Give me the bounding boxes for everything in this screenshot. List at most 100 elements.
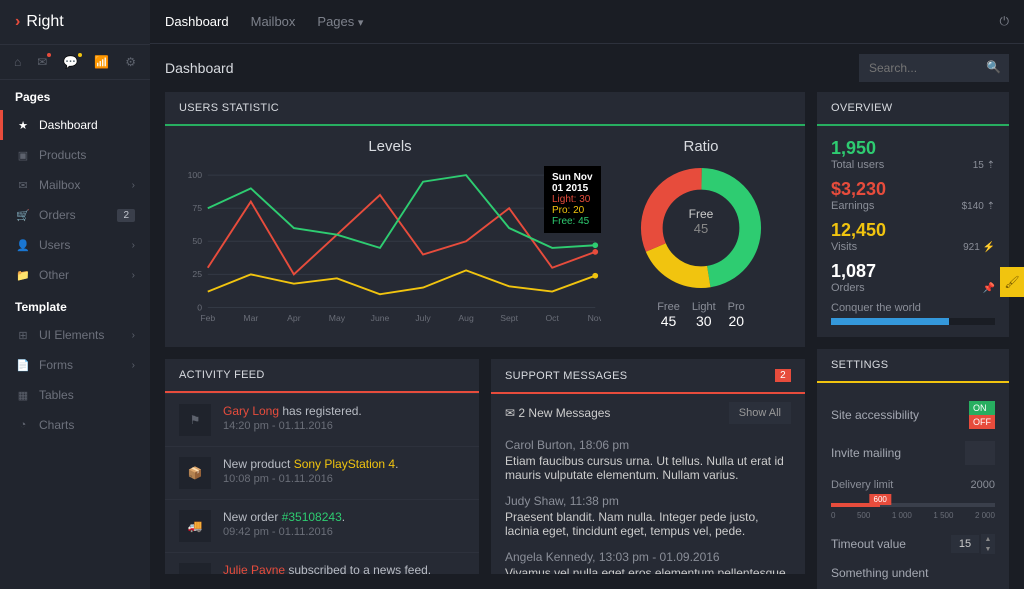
mini-nav: ⌂ ✉ 💬 📶 ⚙ (0, 44, 150, 80)
sidebar: › Right ⌂ ✉ 💬 📶 ⚙ Pages★Dashboard▣Produc… (0, 0, 150, 589)
nav-icon: 🛒 (15, 209, 31, 222)
panel-title: USERS STATISTIC (165, 92, 805, 126)
svg-text:Feb: Feb (200, 313, 215, 323)
overview-stat: 1,087Orders 📌 (831, 261, 995, 294)
support-messages-panel: SUPPORT MESSAGES 2 ✉ 2 New Messages Show… (491, 359, 805, 574)
svg-text:July: July (415, 313, 431, 323)
support-badge: 2 (775, 369, 791, 382)
timeout-input[interactable] (951, 535, 979, 553)
overview-stat: 1,950Total users15 ⇡ (831, 138, 995, 171)
sidebar-item-orders[interactable]: 🛒Orders2 (0, 200, 150, 230)
toggle-accessibility[interactable]: ON OFF (969, 401, 995, 429)
setting-delivery-limit: Delivery limit 2000 600 05001 0001 5002 … (831, 479, 995, 520)
chat-icon[interactable]: 💬 (63, 55, 78, 69)
activity-icon: 🚚 (179, 510, 211, 542)
activity-item[interactable]: ❤Julie Payne subscribed to a news feed.1… (165, 552, 479, 574)
nav-icon: 👤 (15, 239, 31, 252)
gear-icon[interactable]: ⚙ (125, 55, 136, 69)
chevron-right-icon: › (15, 13, 20, 31)
chart-title: Levels (179, 138, 601, 155)
donut-center-label: Free 45 (611, 207, 791, 236)
brand-logo[interactable]: › Right (0, 0, 150, 44)
nav-icon: ◔ (15, 419, 31, 431)
page-title: Dashboard (165, 60, 234, 76)
chart-tooltip: Sun Nov 01 2015 Light: 30 Pro: 20 Free: … (544, 166, 601, 233)
main: Dashboard Mailbox Pages ▾ ⏻ Dashboard 🔍 … (150, 0, 1024, 589)
sidebar-item-dashboard[interactable]: ★Dashboard (0, 110, 150, 140)
chevron-right-icon: › (132, 360, 135, 371)
levels-chart: Levels 0 25 50 75 100 Feb Mar Apr May June July Aug… (179, 138, 601, 333)
nav-icon: ⊞ (15, 329, 31, 342)
progress-bar (831, 318, 995, 325)
mail-icon[interactable]: ✉ (37, 55, 47, 69)
sidebar-item-mailbox[interactable]: ✉Mailbox› (0, 170, 150, 200)
power-icon[interactable]: ⏻ (1000, 14, 1010, 29)
support-message[interactable]: Angela Kennedy, 13:03 pm - 01.09.2016Viv… (491, 544, 805, 574)
settings-panel: SETTINGS Site accessibility ON OFF Invit… (817, 349, 1009, 589)
home-icon[interactable]: ⌂ (14, 55, 21, 69)
svg-text:0: 0 (197, 302, 202, 312)
panel-title: SUPPORT MESSAGES 2 (491, 359, 805, 394)
search-box: 🔍 (859, 54, 1009, 82)
progress-label: Conquer the world (831, 302, 995, 314)
svg-text:May: May (329, 313, 346, 323)
sidebar-item-other[interactable]: 📁Other› (0, 260, 150, 290)
titlebar: Dashboard 🔍 (150, 44, 1024, 92)
top-nav: Dashboard Mailbox Pages ▾ ⏻ (150, 0, 1024, 44)
rss-icon[interactable]: 📶 (94, 55, 109, 69)
donut-legend-item: Pro20 (728, 301, 745, 329)
svg-text:Oct: Oct (545, 313, 559, 323)
svg-text:100: 100 (188, 170, 203, 180)
timeout-stepper[interactable]: ▲ ▼ (951, 534, 995, 554)
svg-text:75: 75 (192, 203, 202, 213)
activity-icon: ⚑ (179, 404, 211, 436)
sidebar-item-ui-elements[interactable]: ⊞UI Elements› (0, 320, 150, 350)
sidebar-item-charts[interactable]: ◔Charts (0, 410, 150, 440)
sidebar-item-forms[interactable]: 📄Forms› (0, 350, 150, 380)
new-messages-label: ✉ 2 New Messages (505, 406, 610, 420)
brand-name: Right (26, 13, 63, 31)
caret-down-icon: ▾ (358, 17, 363, 29)
activity-icon: 📦 (179, 457, 211, 489)
support-message[interactable]: Carol Burton, 18:06 pmEtiam faucibus cur… (491, 432, 805, 488)
line-chart: 0 25 50 75 100 Feb Mar Apr May June July Aug Sept Oct… (179, 163, 601, 333)
svg-text:Sept: Sept (500, 313, 518, 323)
toggle-invite[interactable] (965, 441, 995, 465)
svg-text:Mar: Mar (243, 313, 258, 323)
setting-accessibility: Site accessibility ON OFF (831, 395, 995, 435)
sidebar-item-products[interactable]: ▣Products (0, 140, 150, 170)
delivery-slider[interactable]: 600 (831, 503, 995, 507)
sidebar-item-users[interactable]: 👤Users› (0, 230, 150, 260)
search-icon[interactable]: 🔍 (986, 60, 1001, 74)
theme-toggle-tab[interactable]: 🖌 (1000, 267, 1024, 297)
activity-item[interactable]: ⚑Gary Long has registered.14:20 pm - 01.… (165, 393, 479, 446)
chevron-right-icon: › (132, 180, 135, 191)
svg-text:25: 25 (192, 269, 202, 279)
sidebar-item-tables[interactable]: ▦Tables (0, 380, 150, 410)
topnav-dashboard[interactable]: Dashboard (165, 14, 229, 29)
stepper-down[interactable]: ▼ (981, 544, 995, 554)
donut-legend-item: Free45 (657, 301, 680, 329)
svg-text:50: 50 (192, 236, 202, 246)
nav-icon: ★ (15, 119, 31, 132)
topnav-mailbox[interactable]: Mailbox (251, 14, 296, 29)
stepper-up[interactable]: ▲ (981, 534, 995, 544)
setting-something: Something undent (831, 560, 995, 586)
nav-icon: ▣ (15, 149, 31, 162)
activity-item[interactable]: 🚚New order #35108243.09:42 pm - 01.11.20… (165, 499, 479, 552)
svg-text:June: June (371, 313, 390, 323)
topnav-pages[interactable]: Pages ▾ (317, 14, 363, 29)
svg-text:Apr: Apr (287, 313, 301, 323)
ratio-chart: Ratio Free 45 (611, 138, 791, 333)
support-message[interactable]: Judy Shaw, 11:38 pmPraesent blandit. Nam… (491, 488, 805, 544)
nav-section-title: Template (0, 290, 150, 320)
users-statistic-panel: USERS STATISTIC Levels 0 25 50 75 100 Feb Mar A… (165, 92, 805, 347)
setting-invite-mailing: Invite mailing (831, 435, 995, 471)
activity-item[interactable]: 📦New product Sony PlayStation 4.10:08 pm… (165, 446, 479, 499)
nav-badge: 2 (117, 209, 135, 222)
show-all-button[interactable]: Show All (729, 402, 791, 424)
nav-icon: ▦ (15, 389, 31, 402)
svg-text:Aug: Aug (458, 313, 474, 323)
nav-icon: 📄 (15, 359, 31, 372)
panel-title: ACTIVITY FEED (165, 359, 479, 393)
